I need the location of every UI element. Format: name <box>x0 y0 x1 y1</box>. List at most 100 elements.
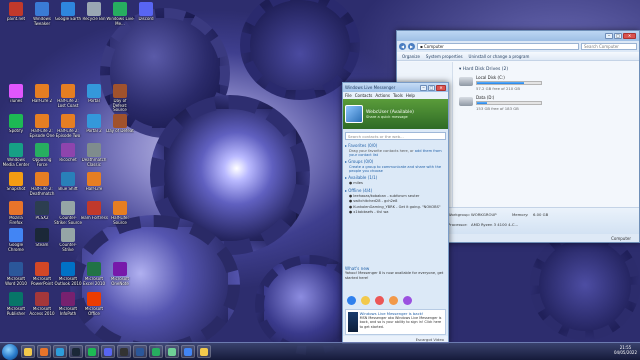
desktop-icon[interactable]: Microsoft Word 2010 <box>2 262 30 292</box>
minimize-button[interactable]: ‒ <box>420 84 427 91</box>
taskbar-button-control[interactable] <box>165 345 179 358</box>
desktop-icon[interactable]: Mozilla Firefox <box>2 201 30 231</box>
desktop-icon[interactable]: Half-Life 2: Episode Two <box>54 114 82 144</box>
app-shortcut-icon[interactable] <box>403 296 412 305</box>
desktop-icon[interactable]: Microsoft Outlook 2010 <box>54 262 82 292</box>
messenger-window[interactable]: Windows Live Messenger ‒ □ ✕ File Contac… <box>342 82 449 344</box>
desktop-icon[interactable]: Google Earth <box>54 2 82 32</box>
taskbar-button-spotify[interactable] <box>85 345 99 358</box>
desktop-icon[interactable]: Half-Life <box>80 172 108 202</box>
personal-message[interactable]: Share a quick message <box>366 115 414 119</box>
taskbar-button-firefox[interactable] <box>37 345 51 358</box>
app-icon <box>61 201 75 215</box>
desktop-icon[interactable]: Microsoft Publisher <box>2 292 30 322</box>
desktop-icon[interactable]: Half-Life 2: Episode One <box>28 114 56 144</box>
desktop-icon[interactable]: Snapshot <box>2 172 30 202</box>
start-button[interactable] <box>2 343 18 360</box>
desktop-icon[interactable]: Blue Shift <box>54 172 82 202</box>
drive-item[interactable]: Data (D:) 153 GB free of 183 GB <box>459 95 635 111</box>
desktop-icon[interactable]: Half-Life 2: Deathmatch <box>28 172 56 202</box>
desktop-icon[interactable]: Windows Live Me... <box>106 2 134 32</box>
ad-panel[interactable]: Windows Live Messenger is back! MSN Mess… <box>345 309 446 335</box>
desktop-icon[interactable]: Spotify <box>2 114 30 144</box>
search-input[interactable]: Search Computer <box>581 43 637 50</box>
desktop-icon[interactable]: Microsoft Office <box>80 292 108 322</box>
desktop-icon[interactable]: Discord <box>132 2 160 32</box>
contact-item[interactable]: ● miles <box>345 181 446 187</box>
contact-list: ▸ Favorites (0/0) Drag your favorite cont… <box>343 143 448 216</box>
desktop-icon[interactable]: Portal 2 <box>80 114 108 144</box>
taskbar-button-chrome[interactable] <box>181 345 195 358</box>
app-icon <box>61 114 75 128</box>
desktop-icon[interactable]: Steam <box>28 228 56 258</box>
forward-icon[interactable]: ▶ <box>408 43 415 50</box>
app-shortcut-icon[interactable] <box>361 296 370 305</box>
taskbar-button-word[interactable] <box>133 345 147 358</box>
desktop-icon[interactable]: Microsoft Access 2010 <box>28 292 56 322</box>
taskbar-button-explorer[interactable] <box>21 345 35 358</box>
desktop-icon[interactable]: Team Fortress <box>80 201 108 231</box>
desktop-icon[interactable]: Windows Media Center <box>2 143 30 173</box>
taskbar-button-notes[interactable] <box>197 345 211 358</box>
maximize-button[interactable]: □ <box>428 84 435 91</box>
menu-file[interactable]: File <box>345 93 352 98</box>
system-tray-clock[interactable]: 21:55 04/05/2022 <box>614 345 637 355</box>
desktop-icon[interactable]: Half-Life 2: Lost Coast <box>54 84 82 114</box>
desktop-icon[interactable]: paint.net <box>2 2 30 32</box>
menu-tools[interactable]: Tools <box>393 93 403 98</box>
desktop-icon[interactable]: Portal <box>80 84 108 114</box>
messenger-titlebar[interactable]: Windows Live Messenger ‒ □ ✕ <box>343 83 448 92</box>
app-shortcut-icon[interactable] <box>375 296 384 305</box>
close-button[interactable]: ✕ <box>623 33 636 39</box>
menu-actions[interactable]: Actions <box>375 93 390 98</box>
desktop-icon[interactable]: Half-Life 2 <box>28 84 56 114</box>
desktop-icon[interactable]: Counter-Strike: Source <box>54 201 82 231</box>
avatar[interactable] <box>345 105 363 123</box>
maximize-button[interactable]: □ <box>614 33 622 39</box>
profile-name[interactable]: WebcUser (Available) <box>366 110 414 115</box>
whats-new-text[interactable]: Yahoo! Messenger 8 is now available for … <box>345 271 446 280</box>
back-icon[interactable]: ◀ <box>399 43 406 50</box>
desktop-icon[interactable]: Microsoft OneNote <box>106 262 134 292</box>
app-icon <box>35 262 49 276</box>
desktop-icon[interactable]: Day of Defeat <box>106 114 134 144</box>
desktop-icon[interactable]: Day of Defeat: Source <box>106 84 134 114</box>
menu-help[interactable]: Help <box>406 93 415 98</box>
taskbar-button-steam[interactable] <box>69 345 83 358</box>
desktop-icon[interactable]: Google Chrome <box>2 228 30 258</box>
taskbar-button-messenger[interactable] <box>149 345 163 358</box>
desktop-icon[interactable]: Deathmatch Classic <box>80 143 108 173</box>
desktop-icon[interactable]: Ricochet <box>54 143 82 173</box>
desktop-icon[interactable]: PCSX2 <box>28 201 56 231</box>
organize-button[interactable]: Organize <box>402 54 420 59</box>
desktop-icon[interactable]: Windows Tweaker <box>28 2 56 32</box>
desktop-icon[interactable]: Opposing Force <box>28 143 56 173</box>
menu-contacts[interactable]: Contacts <box>355 93 373 98</box>
minimize-button[interactable]: ‒ <box>605 33 613 39</box>
drive-item[interactable]: Local Disk (C:) 57.2 GB free of 210 GB <box>459 75 635 91</box>
explorer-titlebar[interactable]: ‒ □ ✕ <box>397 31 639 41</box>
app-shortcut-icon[interactable] <box>389 296 398 305</box>
hard-disk-section-title[interactable]: ▾ Hard Disk Drives (2) <box>459 67 635 72</box>
app-shortcut-icon[interactable] <box>347 296 356 305</box>
desktop-icon[interactable]: Microsoft PowerPoint <box>28 262 56 292</box>
contact-item[interactable]: ● x1tobbsefs - tlvl wa <box>345 210 446 216</box>
app-icon <box>9 262 23 276</box>
taskbar-button-discord[interactable] <box>101 345 115 358</box>
close-button[interactable]: ✕ <box>436 84 446 91</box>
desktop-icon[interactable]: Counter-Strike <box>54 228 82 258</box>
desktop-icon[interactable]: Microsoft InfoPath <box>54 292 82 322</box>
system-properties-button[interactable]: System properties <box>426 54 463 59</box>
app-icon <box>61 228 75 242</box>
desktop-icon[interactable]: Half-Life: Source <box>106 201 134 231</box>
group-hint-link[interactable]: Create a group to communicate and share … <box>349 165 441 173</box>
desktop-icon[interactable]: iTunes <box>2 84 30 114</box>
contact-search-input[interactable]: Search contacts or the web... <box>345 132 446 140</box>
address-bar[interactable]: ▪ Computer <box>417 43 579 50</box>
taskbar-button-cmd[interactable] <box>117 345 131 358</box>
desktop-icon[interactable]: Microsoft Excel 2010 <box>80 262 108 292</box>
uninstall-program-button[interactable]: Uninstall or change a program <box>469 54 530 59</box>
app-icon <box>9 2 23 16</box>
desktop-icon[interactable]: Recycle Bin <box>80 2 108 32</box>
taskbar-button-media[interactable] <box>53 345 67 358</box>
